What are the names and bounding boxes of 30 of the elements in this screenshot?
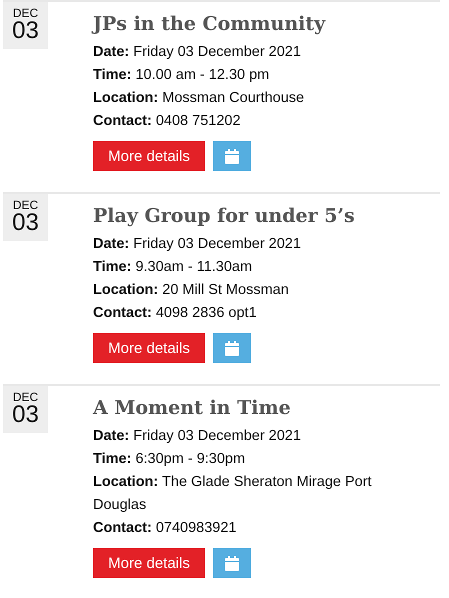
event-detail: Location: Mossman Courthouse [93,89,306,108]
event-detail: Location: 20 Mill St Mossman [93,281,290,300]
event-title: Play Group for under 5’s [93,204,356,229]
more-details-button[interactable]: More details [93,548,205,578]
event-detail: Contact: 0408 751202 [93,112,242,131]
more-details-button[interactable]: More details [93,333,205,363]
event-month: DEC [12,199,38,211]
event-detail: Date: Friday 03 December 2021 [93,427,302,446]
event-title: A Moment in Time [93,396,292,421]
event-title: JPs in the Community [93,12,327,37]
calendar-icon [225,148,239,164]
event-detail: Contact: 4098 2836 opt1 [93,304,258,323]
event-detail: Contact: 0740983921 [93,519,238,538]
more-details-button[interactable]: More details [93,141,205,171]
add-to-calendar-button[interactable] [213,333,251,363]
add-to-calendar-button[interactable] [213,141,251,171]
event-day: 03 [12,211,39,235]
calendar-icon [225,340,239,356]
event-detail: Location: The Glade Sheraton Mirage Port Douglas [93,473,373,515]
event-day: 03 [12,403,39,427]
event-detail: Time: 10.00 am - 12.30 pm [93,66,270,85]
event-detail: Date: Friday 03 December 2021 [93,43,302,62]
add-to-calendar-button[interactable] [213,548,251,578]
event-day: 03 [12,19,39,43]
event-detail: Time: 9.30am - 11.30am [93,258,254,277]
event-month: DEC [12,391,38,403]
event-month: DEC [12,7,38,19]
event-detail: Time: 6:30pm - 9:30pm [93,450,246,469]
calendar-icon [225,556,239,570]
event-detail: Date: Friday 03 December 2021 [93,235,302,254]
